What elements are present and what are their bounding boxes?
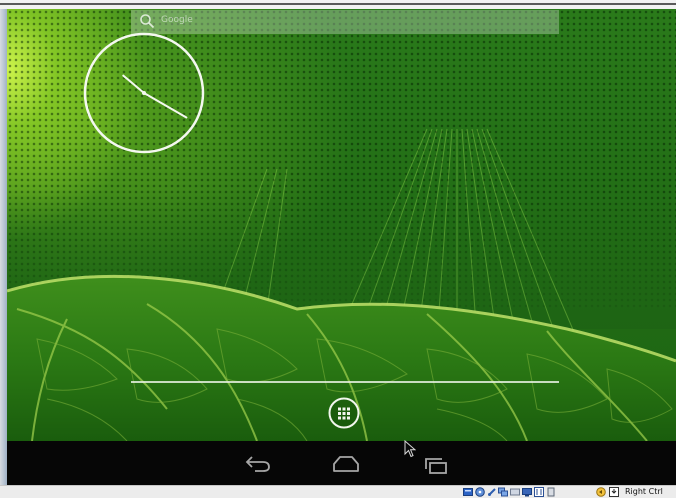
- window-edge: [0, 3, 676, 5]
- search-icon: [140, 14, 155, 29]
- navigation-bar: [7, 441, 676, 485]
- hard-disk-icon[interactable]: [463, 487, 473, 497]
- search-bar-label: Google: [161, 15, 193, 25]
- network-icon[interactable]: [498, 487, 508, 497]
- vm-window-left-border: [0, 9, 7, 485]
- video-capture-icon[interactable]: [534, 487, 544, 497]
- hour-hand: [122, 74, 145, 94]
- analog-clock-widget[interactable]: [83, 32, 205, 154]
- app-drawer-icon[interactable]: [328, 397, 360, 429]
- usb-icon[interactable]: [487, 487, 497, 497]
- host-key-label: Right Ctrl: [625, 487, 663, 496]
- android-screen: Google: [7, 9, 676, 485]
- minute-hand: [143, 92, 188, 119]
- shared-folders-icon[interactable]: [510, 487, 520, 497]
- mouse-integration-icon[interactable]: [596, 487, 606, 497]
- home-icon[interactable]: [331, 449, 361, 477]
- google-search-bar[interactable]: Google: [131, 10, 559, 34]
- display-icon[interactable]: [522, 487, 532, 497]
- recent-apps-icon[interactable]: [420, 449, 450, 477]
- optical-drive-icon[interactable]: [475, 487, 485, 497]
- back-arrow-icon[interactable]: [243, 449, 273, 477]
- cpu-icon[interactable]: [546, 487, 556, 497]
- hotseat-divider: [131, 381, 559, 383]
- keyboard-icon[interactable]: [609, 487, 619, 497]
- vm-status-bar: Right Ctrl: [0, 485, 676, 498]
- mouse-pointer-icon: [404, 440, 416, 458]
